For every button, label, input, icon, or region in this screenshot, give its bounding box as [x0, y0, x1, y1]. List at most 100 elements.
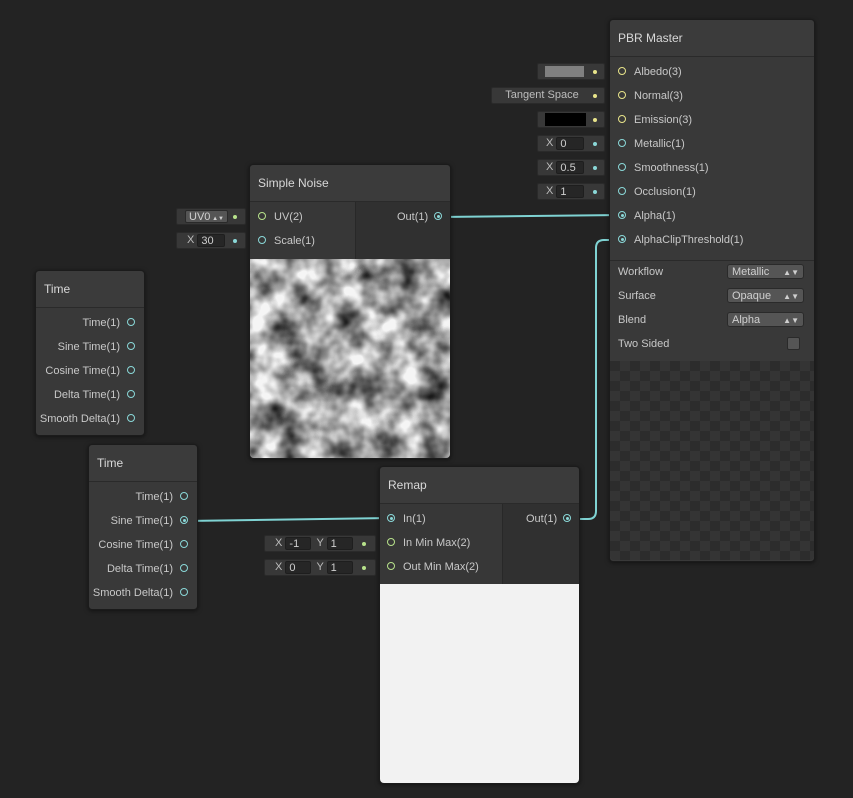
- time-2-cosine-port[interactable]: [180, 540, 188, 548]
- in-min-x-value[interactable]: -1: [285, 537, 312, 550]
- normal-label: Normal(3): [634, 90, 683, 102]
- time-2-cosine-label: Cosine Time(1): [98, 539, 173, 551]
- alpha-clip-port[interactable]: [618, 235, 626, 243]
- out-max-y-value[interactable]: 1: [326, 561, 353, 574]
- alpha-clip-label: AlphaClipThreshold(1): [634, 234, 744, 246]
- time-2-delta-label: Delta Time(1): [106, 563, 173, 575]
- occlusion-axis-label: X: [546, 185, 554, 197]
- smoothness-axis-label: X: [546, 161, 554, 173]
- remap-preview: [380, 584, 579, 783]
- smoothness-connector-dot: [593, 166, 597, 170]
- remap-in-min-max-port[interactable]: [387, 538, 395, 546]
- time-node-1-title[interactable]: Time: [36, 271, 144, 308]
- alpha-port[interactable]: [618, 211, 626, 219]
- uv-label: UV(2): [274, 211, 303, 223]
- uv-connector-dot: [233, 215, 237, 219]
- dropdown-arrows-icon: ▲▼: [783, 292, 799, 301]
- time-2-time-port[interactable]: [180, 492, 188, 500]
- scale-port[interactable]: [258, 236, 266, 244]
- uv-channel-value: UV0: [189, 211, 211, 223]
- two-sided-checkbox[interactable]: [787, 337, 800, 350]
- noise-out-label: Out(1): [397, 211, 429, 223]
- remap-out-port[interactable]: [563, 514, 571, 522]
- simple-noise-title[interactable]: Simple Noise: [250, 165, 450, 202]
- time-1-smooth-port[interactable]: [127, 414, 135, 422]
- albedo-label: Albedo(3): [634, 66, 682, 78]
- time-2-sine-port[interactable]: [180, 516, 188, 524]
- in-min-max-field[interactable]: X -1 Y 1: [264, 535, 376, 552]
- occlusion-label: Occlusion(1): [634, 186, 696, 198]
- time-1-delta-label: Delta Time(1): [53, 389, 120, 401]
- in-max-y-value[interactable]: 1: [326, 537, 353, 550]
- workflow-label: Workflow: [618, 266, 664, 278]
- out-min-max-connector-dot: [362, 566, 366, 570]
- metallic-label: Metallic(1): [634, 138, 685, 150]
- albedo-color-swatch: [545, 66, 584, 77]
- surface-value: Opaque: [732, 290, 772, 302]
- out-max-y-label: Y: [316, 561, 324, 573]
- blend-value: Alpha: [732, 314, 761, 326]
- surface-label: Surface: [618, 290, 656, 302]
- out-min-x-value[interactable]: 0: [285, 561, 312, 574]
- metallic-axis-label: X: [546, 137, 554, 149]
- remap-out-min-max-port[interactable]: [387, 562, 395, 570]
- emission-color-swatch: [545, 113, 586, 126]
- remap-in-min-max-label: In Min Max(2): [403, 537, 471, 549]
- scale-connector-dot: [233, 239, 237, 243]
- in-min-max-connector-dot: [362, 542, 366, 546]
- occlusion-connector-dot: [593, 190, 597, 194]
- smoothness-label: Smoothness(1): [634, 162, 709, 174]
- surface-dropdown[interactable]: Opaque ▲▼: [727, 288, 804, 303]
- wire-sinetime-to-remap-in[interactable]: [184, 517, 391, 522]
- scale-value[interactable]: 30: [197, 234, 226, 247]
- remap-in-label: In(1): [403, 513, 426, 525]
- emission-port[interactable]: [618, 115, 626, 123]
- uv-channel-dropdown[interactable]: UV0 ▲▼: [185, 210, 228, 223]
- dropdown-arrows-icon: ▲▼: [783, 316, 799, 325]
- normal-connector-dot: [593, 94, 597, 98]
- time-2-time-label: Time(1): [135, 491, 173, 503]
- noise-preview: [250, 259, 450, 458]
- metallic-value[interactable]: 0: [556, 137, 585, 150]
- pbr-master-title[interactable]: PBR Master: [610, 20, 814, 57]
- two-sided-label: Two Sided: [618, 338, 670, 350]
- metallic-port[interactable]: [618, 139, 626, 147]
- time-1-time-label: Time(1): [82, 317, 120, 329]
- alpha-label: Alpha(1): [634, 210, 676, 222]
- smoothness-port[interactable]: [618, 163, 626, 171]
- out-min-max-field[interactable]: X 0 Y 1: [264, 559, 376, 576]
- time-2-delta-port[interactable]: [180, 564, 188, 572]
- workflow-dropdown[interactable]: Metallic ▲▼: [727, 264, 804, 279]
- smoothness-value[interactable]: 0.5: [556, 161, 585, 174]
- uv-port[interactable]: [258, 212, 266, 220]
- in-max-y-label: Y: [316, 537, 324, 549]
- wire-noise-to-alpha[interactable]: [438, 214, 623, 218]
- time-1-cosine-port[interactable]: [127, 366, 135, 374]
- time-node-2-title[interactable]: Time: [89, 445, 197, 482]
- albedo-connector-dot: [593, 70, 597, 74]
- remap-out-min-max-label: Out Min Max(2): [403, 561, 479, 573]
- time-2-smooth-port[interactable]: [180, 588, 188, 596]
- remap-in-port[interactable]: [387, 514, 395, 522]
- scale-label: Scale(1): [274, 235, 315, 247]
- noise-out-port[interactable]: [434, 212, 442, 220]
- time-1-time-port[interactable]: [127, 318, 135, 326]
- emission-connector-dot: [593, 118, 597, 122]
- dropdown-arrows-icon: ▲▼: [210, 216, 224, 222]
- occlusion-port[interactable]: [618, 187, 626, 195]
- in-min-x-label: X: [275, 537, 283, 549]
- workflow-value: Metallic: [732, 266, 770, 278]
- blend-label: Blend: [618, 314, 647, 326]
- normal-space-field[interactable]: Tangent Space: [491, 87, 605, 104]
- occlusion-value[interactable]: 1: [556, 185, 585, 198]
- remap-title[interactable]: Remap: [380, 467, 579, 504]
- normal-port[interactable]: [618, 91, 626, 99]
- emission-label: Emission(3): [634, 114, 693, 126]
- normal-space-value: Tangent Space: [505, 89, 579, 101]
- time-1-delta-port[interactable]: [127, 390, 135, 398]
- albedo-port[interactable]: [618, 67, 626, 75]
- time-1-sine-port[interactable]: [127, 342, 135, 350]
- blend-dropdown[interactable]: Alpha ▲▼: [727, 312, 804, 327]
- scale-axis-label: X: [187, 234, 195, 246]
- time-1-sine-label: Sine Time(1): [57, 341, 120, 353]
